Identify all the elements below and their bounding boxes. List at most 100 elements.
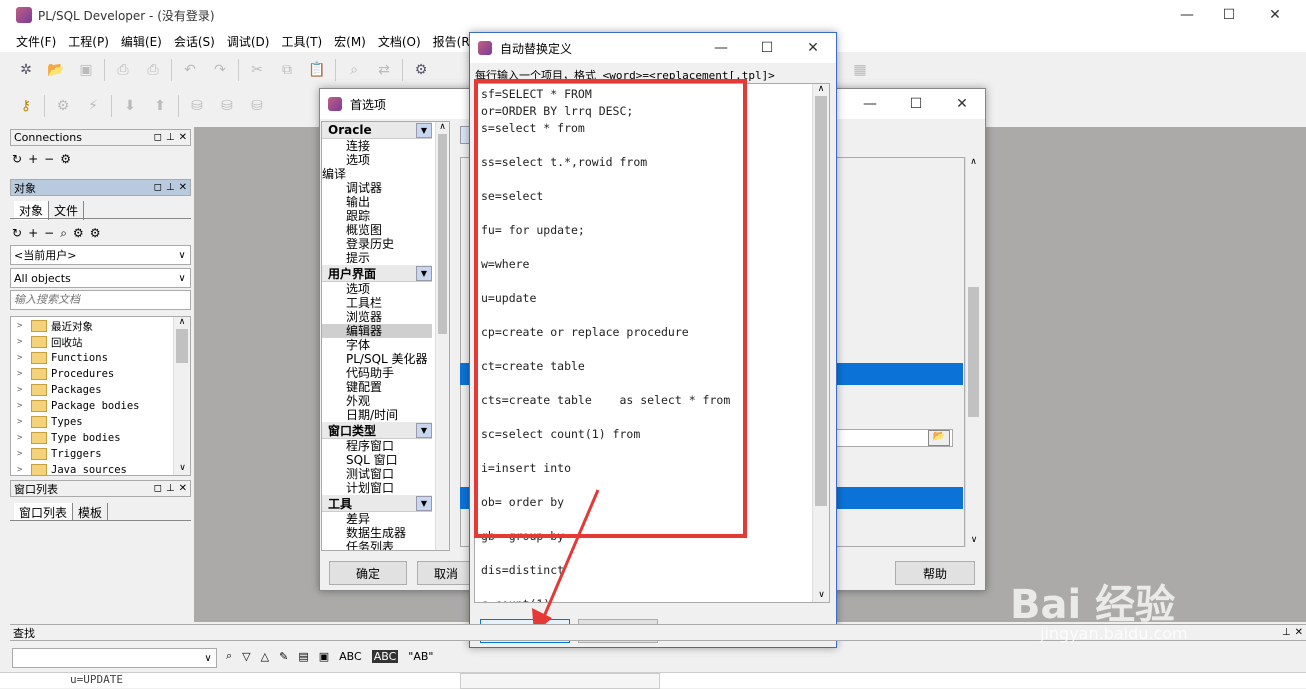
menu-file[interactable]: 文件(F) bbox=[10, 33, 62, 50]
pref-item-beautifier[interactable]: PL/SQL 美化器 bbox=[322, 352, 432, 366]
pref-item-profiler[interactable]: 概览图 bbox=[322, 223, 432, 237]
key-icon[interactable]: ⚷ bbox=[14, 95, 38, 117]
add-icon[interactable]: + bbox=[28, 152, 38, 166]
maximize-button[interactable]: ☐ bbox=[744, 33, 790, 63]
category-oracle[interactable]: Oracle ▼ bbox=[322, 122, 432, 139]
pref-item-key-config[interactable]: 键配置 bbox=[322, 380, 432, 394]
properties-icon[interactable]: ⚙ bbox=[60, 152, 71, 166]
close-button[interactable]: ✕ bbox=[939, 89, 985, 119]
highlight-icon[interactable]: ✎ bbox=[279, 650, 288, 663]
browse-folder-icon[interactable]: 📂 bbox=[928, 430, 950, 446]
tree-node-functions[interactable]: > Functions bbox=[17, 350, 190, 366]
float-icon[interactable]: ◻ bbox=[154, 182, 162, 193]
menu-tools[interactable]: 工具(T) bbox=[275, 33, 328, 50]
close-icon[interactable]: ✕ bbox=[179, 182, 187, 193]
db-icon[interactable]: ⛁ bbox=[185, 95, 209, 117]
category-scrollbar[interactable]: ∧ bbox=[435, 122, 449, 550]
object-filter-combo[interactable]: All objects ∨ bbox=[10, 268, 191, 288]
pref-item-program-window[interactable]: 程序窗口 bbox=[322, 439, 432, 453]
tree-scrollbar[interactable]: ∧ ∨ bbox=[173, 317, 190, 475]
pref-item-sql-window[interactable]: SQL 窗口 bbox=[322, 453, 432, 467]
close-icon[interactable]: ✕ bbox=[179, 132, 187, 143]
commit-icon[interactable]: ⬇ bbox=[118, 95, 142, 117]
cancel-button[interactable]: 取消 bbox=[417, 561, 475, 585]
help-button[interactable]: 帮助 bbox=[895, 561, 975, 585]
clear-icon[interactable]: ▤ bbox=[298, 650, 308, 663]
pref-item-debugger[interactable]: 调试器 bbox=[322, 181, 432, 195]
maximize-button[interactable]: ☐ bbox=[893, 89, 939, 119]
ok-button[interactable]: 确定 bbox=[329, 561, 407, 585]
pref-item-toolbar[interactable]: 工具栏 bbox=[322, 296, 432, 310]
tree-node-type-bodies[interactable]: > Type bodies bbox=[17, 430, 190, 446]
close-icon[interactable]: ✕ bbox=[179, 483, 187, 494]
undo-icon[interactable]: ↶ bbox=[178, 59, 202, 81]
grid-icon[interactable]: ▦ bbox=[848, 59, 872, 81]
menu-docs[interactable]: 文档(O) bbox=[372, 33, 427, 50]
regex-toggle[interactable]: "AB" bbox=[408, 650, 433, 663]
find-prev-icon[interactable]: △ bbox=[261, 650, 269, 663]
find-input[interactable]: ∨ bbox=[12, 648, 217, 668]
execute-icon[interactable]: ⚙ bbox=[409, 59, 433, 81]
pref-item-connection[interactable]: 连接 bbox=[322, 139, 432, 153]
close-icon[interactable]: ✕ bbox=[1295, 627, 1303, 638]
binoculars-icon[interactable]: ⌕ bbox=[226, 649, 232, 663]
category-user-interface[interactable]: 用户界面 ▼ bbox=[322, 265, 432, 282]
sql-icon[interactable]: ⛁ bbox=[215, 95, 239, 117]
minimize-button[interactable]: — bbox=[698, 33, 744, 63]
print-preview-icon[interactable]: ⎙ bbox=[141, 59, 165, 81]
category-window-types[interactable]: 窗口类型 ▼ bbox=[322, 422, 432, 439]
tree-node-java-sources[interactable]: > Java sources bbox=[17, 462, 190, 478]
menu-edit[interactable]: 编辑(E) bbox=[115, 33, 168, 50]
pref-item-trace[interactable]: 跟踪 bbox=[322, 209, 432, 223]
pref-item-code-assistant[interactable]: 代码助手 bbox=[322, 366, 432, 380]
add-icon[interactable]: + bbox=[28, 226, 38, 240]
tree-node-package-bodies[interactable]: > Package bodies bbox=[17, 398, 190, 414]
pref-item-plan-window[interactable]: 计划窗口 bbox=[322, 481, 432, 495]
replace-icon[interactable]: ⇄ bbox=[372, 59, 396, 81]
pref-item-ui-options[interactable]: 选项 bbox=[322, 282, 432, 296]
remove-icon[interactable]: − bbox=[44, 226, 54, 240]
pref-item-browser[interactable]: 浏览器 bbox=[322, 310, 432, 324]
float-icon[interactable]: ◻ bbox=[154, 483, 162, 494]
pref-item-compare[interactable]: 差异 bbox=[322, 512, 432, 526]
filter-icon[interactable]: ⚙ bbox=[73, 226, 84, 240]
pref-item-test-window[interactable]: 测试窗口 bbox=[322, 467, 432, 481]
settings-scrollbar[interactable]: ∧ ∨ bbox=[965, 157, 981, 547]
find-icon[interactable]: ⌕ bbox=[342, 59, 366, 81]
pref-item-editor[interactable]: 编辑器 bbox=[322, 324, 432, 338]
match-case-toggle[interactable]: ABC bbox=[339, 650, 362, 663]
print-icon[interactable]: ⎙ bbox=[111, 59, 135, 81]
pref-item-logon-history[interactable]: 登录历史 bbox=[322, 237, 432, 251]
tree-node-types[interactable]: > Types bbox=[17, 414, 190, 430]
user-combo[interactable]: <当前用户> ∨ bbox=[10, 245, 191, 265]
save-icon[interactable]: ▣ bbox=[74, 59, 98, 81]
tree-node-recycle-bin[interactable]: > 回收站 bbox=[17, 334, 190, 350]
cut-icon[interactable]: ✂ bbox=[245, 59, 269, 81]
redo-icon[interactable]: ↷ bbox=[208, 59, 232, 81]
pref-item-compile[interactable]: 编译 bbox=[322, 167, 432, 181]
whole-word-toggle[interactable]: ABC bbox=[371, 649, 399, 663]
find-next-icon[interactable]: ▽ bbox=[242, 650, 250, 663]
category-tools[interactable]: 工具 ▼ bbox=[322, 495, 432, 512]
pref-item-fonts[interactable]: 字体 bbox=[322, 338, 432, 352]
close-button[interactable]: ✕ bbox=[1252, 0, 1298, 30]
compile-icon[interactable]: ⚙ bbox=[51, 95, 75, 117]
find-icon[interactable]: ⌕ bbox=[60, 226, 67, 241]
pref-item-appearance[interactable]: 外观 bbox=[322, 394, 432, 408]
db-export-icon[interactable]: ⛁ bbox=[245, 95, 269, 117]
rollback-icon[interactable]: ⬆ bbox=[148, 95, 172, 117]
pref-item-hints[interactable]: 提示 bbox=[322, 251, 432, 265]
minimize-button[interactable]: — bbox=[1164, 0, 1210, 30]
pref-item-task-list[interactable]: 任务列表 bbox=[322, 540, 432, 550]
pin-icon[interactable]: ⊥ bbox=[166, 182, 175, 193]
copy-icon[interactable]: ⧉ bbox=[275, 59, 299, 81]
remove-icon[interactable]: − bbox=[44, 152, 54, 166]
close-button[interactable]: ✕ bbox=[790, 33, 836, 63]
minimize-button[interactable]: — bbox=[847, 89, 893, 119]
pref-item-options[interactable]: 选项 bbox=[322, 153, 432, 167]
pref-item-output[interactable]: 输出 bbox=[322, 195, 432, 209]
tree-node-procedures[interactable]: > Procedures bbox=[17, 366, 190, 382]
float-icon[interactable]: ◻ bbox=[154, 132, 162, 143]
pref-item-datetime[interactable]: 日期/时间 bbox=[322, 408, 432, 422]
maximize-button[interactable]: ☐ bbox=[1206, 0, 1252, 30]
